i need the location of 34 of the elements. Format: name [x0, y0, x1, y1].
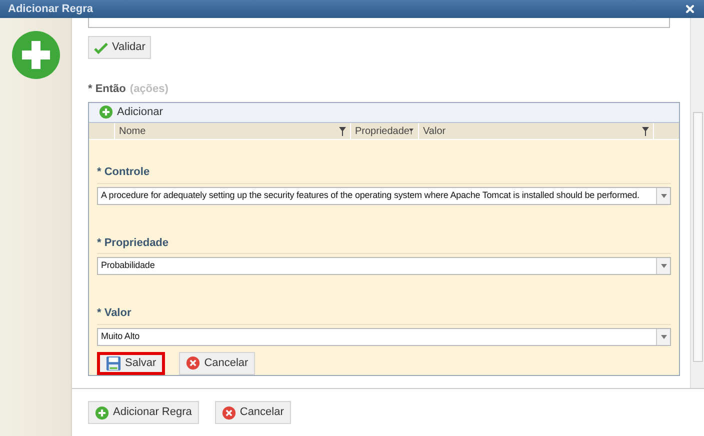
filter-icon[interactable] [339, 126, 346, 136]
save-button[interactable]: Salvar [97, 352, 166, 374]
add-rule-button[interactable]: Adicionar Regra [88, 401, 199, 424]
add-icon [95, 406, 109, 420]
dropdown[interactable]: A procedure for adequately setting up the security features of the operating system where Apache Tomcat is installed should be performed. [97, 186, 671, 204]
add-icon [99, 105, 113, 120]
scrollbar[interactable] [690, 18, 704, 388]
input-field[interactable] [88, 18, 670, 28]
section-hint: (ações) [130, 82, 168, 97]
dropdown[interactable]: Probabilidade [97, 257, 671, 275]
field-label: * Propriedade [97, 234, 671, 254]
column-header[interactable]: Propriedade [355, 124, 410, 139]
cancel-icon [222, 406, 236, 420]
window-title: Adicionar Regra [8, 2, 93, 17]
close-icon[interactable] [684, 3, 696, 15]
cancel-button[interactable]: Cancelar [179, 352, 256, 374]
section-label: * Então [88, 82, 126, 97]
cancel-button[interactable]: Cancelar [214, 401, 291, 424]
column-header[interactable]: Nome [119, 124, 146, 139]
check-icon [94, 42, 108, 54]
column-header[interactable]: Valor [423, 124, 446, 139]
add-icon [10, 30, 60, 80]
dropdown-value: Muito Alto [100, 330, 141, 343]
filter-icon[interactable] [642, 126, 649, 136]
validate-button[interactable]: Validar [88, 36, 152, 59]
add-button[interactable]: Adicionar [99, 104, 163, 121]
scroll-thumb[interactable] [692, 112, 702, 362]
dropdown-value: Probabilidade [100, 259, 156, 272]
field-label: * Controle [97, 164, 671, 184]
dropdown[interactable]: Muito Alto [97, 328, 671, 346]
cancel-icon [186, 356, 200, 370]
filter-icon[interactable] [409, 126, 414, 136]
dropdown-value: A procedure for adequately setting up the security features of the operating system where Apache Tomcat is installed should be performed. [100, 188, 640, 202]
field-label: * Valor [97, 305, 671, 324]
